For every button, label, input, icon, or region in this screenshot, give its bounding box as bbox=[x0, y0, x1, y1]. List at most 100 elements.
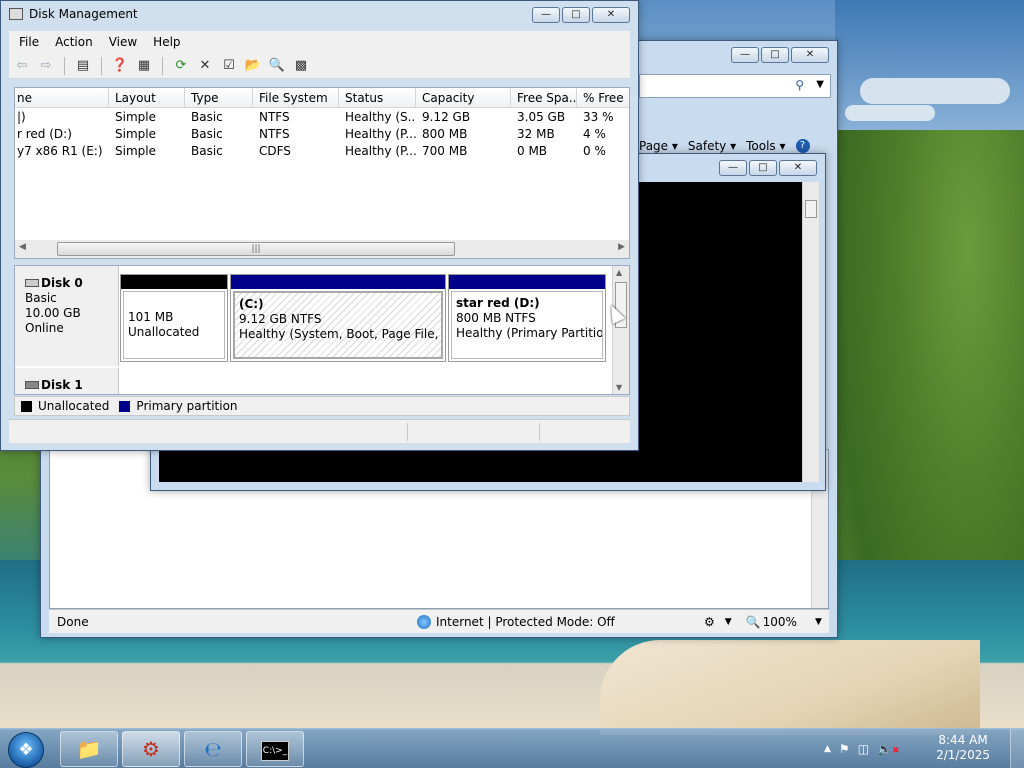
checkmark-icon[interactable]: ☑ bbox=[220, 57, 238, 75]
close-button[interactable]: ✕ bbox=[779, 160, 817, 176]
volume-muted-icon[interactable]: 🔈✖ bbox=[877, 742, 900, 756]
legend-primary: Primary partition bbox=[136, 399, 238, 413]
taskbar-ie-button[interactable]: ℮ bbox=[184, 731, 242, 767]
maximize-button[interactable]: □ bbox=[761, 47, 789, 63]
partition-size: 101 MB bbox=[128, 310, 174, 324]
partition-unallocated[interactable]: 101 MB Unallocated bbox=[120, 274, 228, 362]
minimize-button[interactable]: — bbox=[731, 47, 759, 63]
column-header-type[interactable]: Type bbox=[185, 88, 253, 108]
vertical-scrollbar[interactable]: ▲ ▼ bbox=[612, 266, 629, 394]
cell-layout: Simple bbox=[115, 110, 156, 124]
scroll-left-icon[interactable]: ◀ bbox=[19, 242, 26, 252]
menu-help[interactable]: Help bbox=[153, 35, 180, 49]
taskbar-cmd-button[interactable]: C:\>_ bbox=[246, 731, 304, 767]
disk-1-info[interactable]: Disk 1 bbox=[15, 368, 119, 394]
chevron-down-icon[interactable]: ▼ bbox=[816, 79, 824, 90]
maximize-button[interactable]: □ bbox=[562, 7, 590, 23]
search-box[interactable]: ⚲ ▼ bbox=[639, 74, 831, 98]
table-row[interactable]: |) Simple Basic NTFS Healthy (S... 9.12 … bbox=[15, 109, 629, 126]
cell-layout: Simple bbox=[115, 144, 156, 158]
menu-action[interactable]: Action bbox=[55, 35, 93, 49]
close-button[interactable]: ✕ bbox=[592, 7, 630, 23]
column-header-percent-free[interactable]: % Free bbox=[577, 88, 629, 108]
partition-size: 800 MB NTFS bbox=[456, 311, 536, 325]
properties-icon[interactable]: ▦ bbox=[135, 57, 153, 75]
desktop-beach bbox=[600, 640, 980, 735]
menu-view[interactable]: View bbox=[109, 35, 137, 49]
show-hidden-icons-icon[interactable]: ▲ bbox=[824, 744, 831, 754]
column-header-volume[interactable]: ne bbox=[15, 88, 109, 108]
scroll-up-icon[interactable]: ▲ bbox=[616, 268, 622, 277]
scroll-right-icon[interactable]: ▶ bbox=[618, 242, 625, 252]
cell-volume: y7 x86 R1 (E:) bbox=[17, 144, 103, 158]
help-icon[interactable]: ? bbox=[795, 139, 810, 153]
taskbar-toolbox-button[interactable]: ⚙ bbox=[122, 731, 180, 767]
options-icon[interactable]: ▩ bbox=[292, 57, 310, 75]
network-icon[interactable]: ◫ bbox=[858, 742, 869, 756]
taskbar-explorer-button[interactable]: 📁 bbox=[60, 731, 118, 767]
legend-swatch-primary bbox=[119, 400, 131, 412]
close-button[interactable]: ✕ bbox=[791, 47, 829, 63]
disk-0-info[interactable]: Disk 0 Basic 10.00 GB Online bbox=[15, 266, 119, 366]
cell-free-space: 0 MB bbox=[517, 144, 548, 158]
column-header-capacity[interactable]: Capacity bbox=[416, 88, 511, 108]
help-icon[interactable]: ❓ bbox=[111, 57, 129, 75]
cell-type: Basic bbox=[191, 110, 223, 124]
disk-management-window[interactable]: Disk Management — □ ✕ File Action View H… bbox=[0, 0, 639, 451]
chevron-down-icon[interactable]: ▼ bbox=[815, 617, 822, 627]
disk-0-state: Online bbox=[25, 321, 64, 335]
legend-swatch-unallocated bbox=[21, 400, 32, 412]
delete-icon[interactable]: ✕ bbox=[196, 57, 214, 75]
table-row[interactable]: y7 x86 R1 (E:) Simple Basic CDFS Healthy… bbox=[15, 143, 629, 160]
disk-0-type: Basic bbox=[25, 291, 57, 305]
partition-bar bbox=[121, 275, 227, 289]
start-button[interactable]: ❖ bbox=[8, 732, 44, 768]
partition-d[interactable]: star red (D:) 800 MB NTFS Healthy (Prima… bbox=[448, 274, 606, 362]
tools-menu[interactable]: Tools ▾ bbox=[746, 139, 785, 153]
minimize-button[interactable]: — bbox=[719, 160, 747, 176]
minimize-button[interactable]: — bbox=[532, 7, 560, 23]
toolbar-separator bbox=[101, 56, 102, 75]
table-row[interactable]: r red (D:) Simple Basic NTFS Healthy (P.… bbox=[15, 126, 629, 143]
vertical-scrollbar[interactable] bbox=[802, 182, 819, 482]
toolbar-separator bbox=[162, 56, 163, 75]
partition-bar bbox=[449, 275, 605, 289]
folder-open-icon[interactable]: 📂 bbox=[244, 57, 262, 75]
search-icon[interactable]: 🔍 bbox=[268, 57, 286, 75]
disk-graphical-view[interactable]: Disk 0 Basic 10.00 GB Online 101 MB Unal… bbox=[14, 265, 630, 395]
volume-list[interactable]: ne Layout Type File System Status Capaci… bbox=[14, 87, 630, 259]
cell-percent-free: 0 % bbox=[583, 144, 606, 158]
maximize-button[interactable]: □ bbox=[749, 160, 777, 176]
desktop-cloud bbox=[845, 105, 935, 121]
clock[interactable]: 8:44 AM 2/1/2025 bbox=[936, 733, 990, 763]
back-icon[interactable]: ⇦ bbox=[13, 57, 31, 75]
scroll-thumb[interactable]: ||| bbox=[57, 242, 455, 256]
column-header-filesystem[interactable]: File System bbox=[253, 88, 339, 108]
partition-c[interactable]: (C:) 9.12 GB NTFS Healthy (System, Boot,… bbox=[230, 274, 446, 362]
refresh-icon[interactable]: ⟳ bbox=[172, 57, 190, 75]
chevron-down-icon[interactable]: ▼ bbox=[725, 617, 732, 627]
show-desktop-button[interactable] bbox=[1010, 729, 1024, 768]
show-hide-tree-icon[interactable]: ▤ bbox=[74, 57, 92, 75]
clock-time: 8:44 AM bbox=[938, 733, 988, 747]
horizontal-scrollbar[interactable]: ◀ ||| ▶ bbox=[15, 240, 629, 258]
column-header-status[interactable]: Status bbox=[339, 88, 416, 108]
scroll-thumb[interactable] bbox=[805, 200, 817, 218]
cell-status: Healthy (S... bbox=[345, 110, 416, 124]
zoom-level[interactable]: 100% bbox=[763, 615, 797, 629]
security-icon[interactable]: ⚙ bbox=[704, 615, 715, 629]
menu-file[interactable]: File bbox=[19, 35, 39, 49]
cell-filesystem: CDFS bbox=[259, 144, 291, 158]
search-icon[interactable]: ⚲ bbox=[795, 78, 804, 92]
cell-volume: |) bbox=[17, 110, 26, 124]
scroll-down-icon[interactable]: ▼ bbox=[616, 383, 622, 392]
column-header-layout[interactable]: Layout bbox=[109, 88, 185, 108]
action-center-flag-icon[interactable]: ⚑ bbox=[839, 742, 850, 756]
partition-status: Healthy (Primary Partition) bbox=[456, 326, 603, 340]
partition-bar bbox=[231, 275, 445, 289]
forward-icon[interactable]: ⇨ bbox=[37, 57, 55, 75]
page-menu[interactable]: Page ▾ bbox=[639, 139, 678, 153]
column-header-free-space[interactable]: Free Spa... bbox=[511, 88, 577, 108]
safety-menu[interactable]: Safety ▾ bbox=[688, 139, 736, 153]
zoom-icon[interactable]: 🔍 bbox=[746, 615, 761, 629]
